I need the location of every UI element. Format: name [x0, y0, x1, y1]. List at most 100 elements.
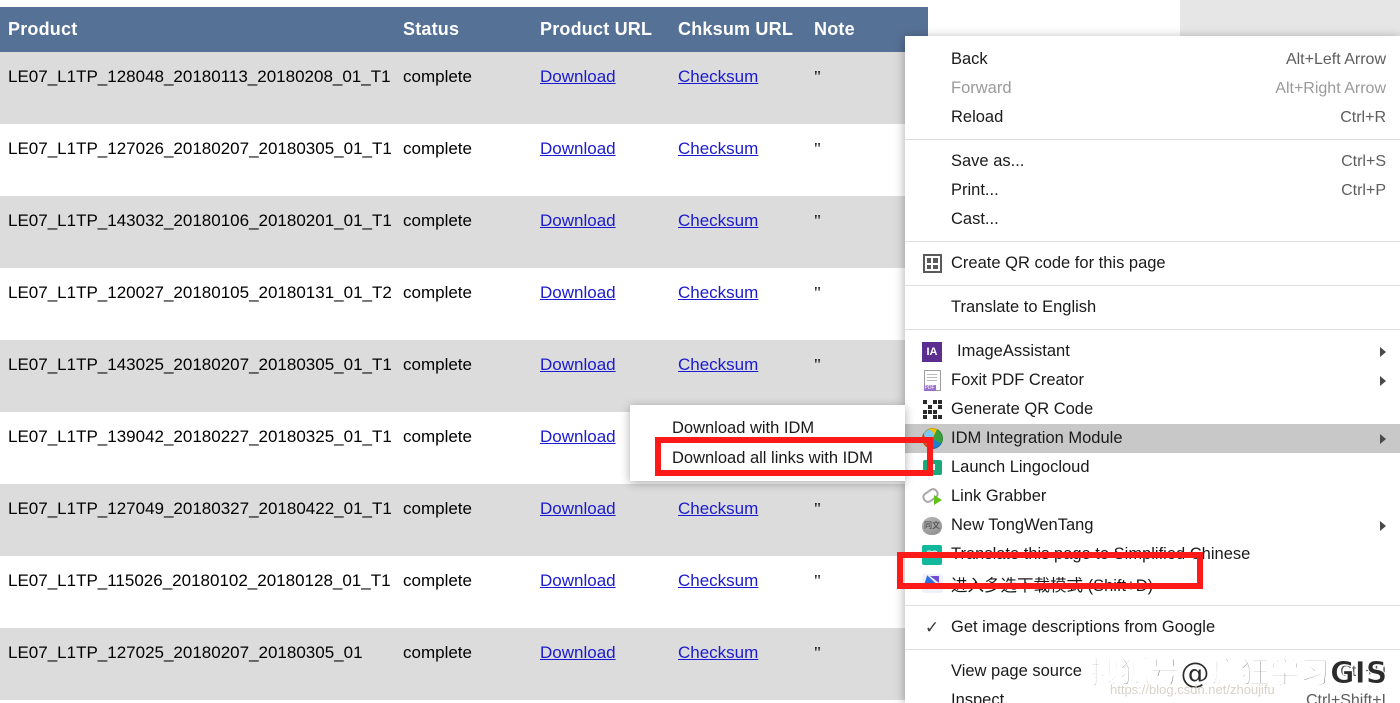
- column-header-product[interactable]: Product: [0, 7, 395, 52]
- cell-status: complete: [395, 52, 532, 124]
- checksum-link[interactable]: Checksum: [678, 355, 758, 374]
- menu-item-save-as[interactable]: Save as... Ctrl+S: [905, 147, 1400, 176]
- download-link[interactable]: Download: [540, 427, 616, 446]
- cell-product: LE07_L1TP_143025_20180207_20180305_01_T1: [0, 340, 395, 412]
- menu-item-translate-simplified-chinese[interactable]: æ Translate this page to Simplified Chin…: [905, 540, 1400, 569]
- menu-item-cast-label: Cast...: [951, 210, 999, 228]
- download-link[interactable]: Download: [540, 571, 616, 590]
- menu-item-inspect[interactable]: Inspect Ctrl+Shift+I: [905, 686, 1400, 703]
- checksum-link[interactable]: Checksum: [678, 67, 758, 86]
- menu-item-back[interactable]: Back Alt+Left Arrow: [905, 45, 1400, 74]
- ae-translate-icon: æ: [917, 544, 947, 566]
- product-name: LE07_L1TP_127025_20180207_20180305_01: [8, 643, 363, 662]
- idm-integration-submenu: Download with IDM Download all links wit…: [630, 405, 905, 481]
- menu-item-foxit-pdf-creator[interactable]: Foxit PDF Creator: [905, 366, 1400, 395]
- download-link[interactable]: Download: [540, 499, 616, 518]
- menu-item-print-label: Print...: [951, 181, 999, 199]
- menu-item-forward[interactable]: Forward Alt+Right Arrow: [905, 74, 1400, 103]
- menu-item-forward-accel: Alt+Right Arrow: [1275, 79, 1386, 97]
- download-link[interactable]: Download: [540, 283, 616, 302]
- menu-item-link-grabber[interactable]: Link Grabber: [905, 482, 1400, 511]
- cell-chksum-url: Checksum: [670, 52, 806, 124]
- menu-item-multi-download-mode[interactable]: 进入多选下载模式 (Shift+D): [905, 569, 1400, 598]
- menu-item-cast[interactable]: Cast...: [905, 205, 1400, 234]
- cell-product-url: Download: [532, 340, 670, 412]
- cell-status: complete: [395, 628, 532, 700]
- column-header-chksum-url[interactable]: Chksum URL: [670, 7, 806, 52]
- menu-item-link-grabber-label: Link Grabber: [951, 487, 1047, 505]
- cell-status: complete: [395, 556, 532, 628]
- cell-status: complete: [395, 124, 532, 196]
- menu-item-reload[interactable]: Reload Ctrl+R: [905, 103, 1400, 132]
- lingocloud-flag-icon: [917, 457, 947, 479]
- product-name: LE07_L1TP_127026_20180207_20180305_01_T1: [8, 139, 392, 158]
- menu-item-back-accel: Alt+Left Arrow: [1285, 50, 1386, 68]
- menu-item-generate-qr-code-label: Generate QR Code: [951, 400, 1094, 418]
- menu-item-forward-label: Forward: [951, 79, 1012, 97]
- cell-product: LE07_L1TP_139042_20180227_20180325_01_T1: [0, 412, 395, 484]
- cell-product-url: Download: [532, 628, 670, 700]
- download-link[interactable]: Download: [540, 211, 616, 230]
- product-table: Product Status Product URL Chksum URL No…: [0, 7, 928, 700]
- table-row: LE07_L1TP_127049_20180327_20180422_01_T1…: [0, 484, 928, 556]
- menu-item-image-assistant-label: ImageAssistant: [957, 342, 1070, 360]
- checksum-link[interactable]: Checksum: [678, 283, 758, 302]
- table-row: LE07_L1TP_115026_20180102_20180128_01_T1…: [0, 556, 928, 628]
- chevron-right-icon: [1380, 433, 1386, 444]
- note-value: ": [814, 499, 821, 518]
- qr-page-icon: [917, 253, 947, 275]
- menu-item-idm-integration-module[interactable]: IDM Integration Module: [905, 424, 1400, 453]
- product-name: LE07_L1TP_143025_20180207_20180305_01_T1: [8, 355, 392, 374]
- menu-item-image-assistant[interactable]: IA ImageAssistant: [905, 337, 1400, 366]
- checksum-link[interactable]: Checksum: [678, 643, 758, 662]
- menu-separator-2: [905, 241, 1400, 242]
- column-header-product-url[interactable]: Product URL: [532, 7, 670, 52]
- cell-chksum-url: Checksum: [670, 628, 806, 700]
- menu-item-generate-qr-code[interactable]: Generate QR Code: [905, 395, 1400, 424]
- cell-status: complete: [395, 412, 532, 484]
- checksum-link[interactable]: Checksum: [678, 571, 758, 590]
- chevron-right-icon: [1380, 375, 1386, 386]
- menu-item-print[interactable]: Print... Ctrl+P: [905, 176, 1400, 205]
- menu-item-launch-lingocloud[interactable]: Launch Lingocloud: [905, 453, 1400, 482]
- table-row: LE07_L1TP_128048_20180113_20180208_01_T1…: [0, 52, 928, 124]
- menu-top-spacer: [905, 36, 1400, 45]
- cell-product-url: Download: [532, 556, 670, 628]
- menu-separator-6: [905, 649, 1400, 650]
- cell-product: LE07_L1TP_127026_20180207_20180305_01_T1: [0, 124, 395, 196]
- download-link[interactable]: Download: [540, 139, 616, 158]
- cell-chksum-url: Checksum: [670, 340, 806, 412]
- download-link[interactable]: Download: [540, 67, 616, 86]
- menu-item-new-tongwentang[interactable]: 同文 New TongWenTang: [905, 511, 1400, 540]
- download-link[interactable]: Download: [540, 643, 616, 662]
- product-name: LE07_L1TP_128048_20180113_20180208_01_T1: [8, 67, 391, 86]
- menu-item-reload-accel: Ctrl+R: [1340, 108, 1386, 126]
- checksum-link[interactable]: Checksum: [678, 139, 758, 158]
- menu-item-get-image-descriptions[interactable]: ✓ Get image descriptions from Google: [905, 613, 1400, 642]
- table-row: LE07_L1TP_127025_20180207_20180305_01 com…: [0, 628, 928, 700]
- menu-item-launch-lingocloud-label: Launch Lingocloud: [951, 458, 1090, 476]
- cell-status: complete: [395, 268, 532, 340]
- link-grabber-icon: [917, 486, 947, 508]
- cell-chksum-url: Checksum: [670, 268, 806, 340]
- cell-product-url: Download: [532, 124, 670, 196]
- table-row: LE07_L1TP_143032_20180106_20180201_01_T1…: [0, 196, 928, 268]
- checksum-link[interactable]: Checksum: [678, 499, 758, 518]
- menu-item-foxit-pdf-creator-label: Foxit PDF Creator: [951, 371, 1084, 389]
- checksum-link[interactable]: Checksum: [678, 211, 758, 230]
- column-header-status[interactable]: Status: [395, 7, 532, 52]
- download-link[interactable]: Download: [540, 355, 616, 374]
- menu-item-create-qr-code[interactable]: Create QR code for this page: [905, 249, 1400, 278]
- submenu-item-download-with-idm[interactable]: Download with IDM: [630, 413, 905, 443]
- menu-item-view-page-source[interactable]: View page source Ctrl+U: [905, 657, 1400, 686]
- menu-item-translate-to-english-label: Translate to English: [951, 298, 1097, 316]
- menu-item-idm-integration-module-label: IDM Integration Module: [951, 429, 1123, 447]
- note-value: ": [814, 571, 821, 590]
- menu-item-back-label: Back: [951, 50, 988, 68]
- submenu-item-download-all-links-with-idm-label: Download all links with IDM: [672, 448, 873, 467]
- table-row: LE07_L1TP_127026_20180207_20180305_01_T1…: [0, 124, 928, 196]
- submenu-item-download-all-links-with-idm[interactable]: Download all links with IDM: [630, 443, 905, 473]
- menu-item-translate-to-english[interactable]: Translate to English: [905, 293, 1400, 322]
- product-name: LE07_L1TP_139042_20180227_20180325_01_T1: [8, 427, 392, 446]
- product-name: LE07_L1TP_143032_20180106_20180201_01_T1: [8, 211, 392, 230]
